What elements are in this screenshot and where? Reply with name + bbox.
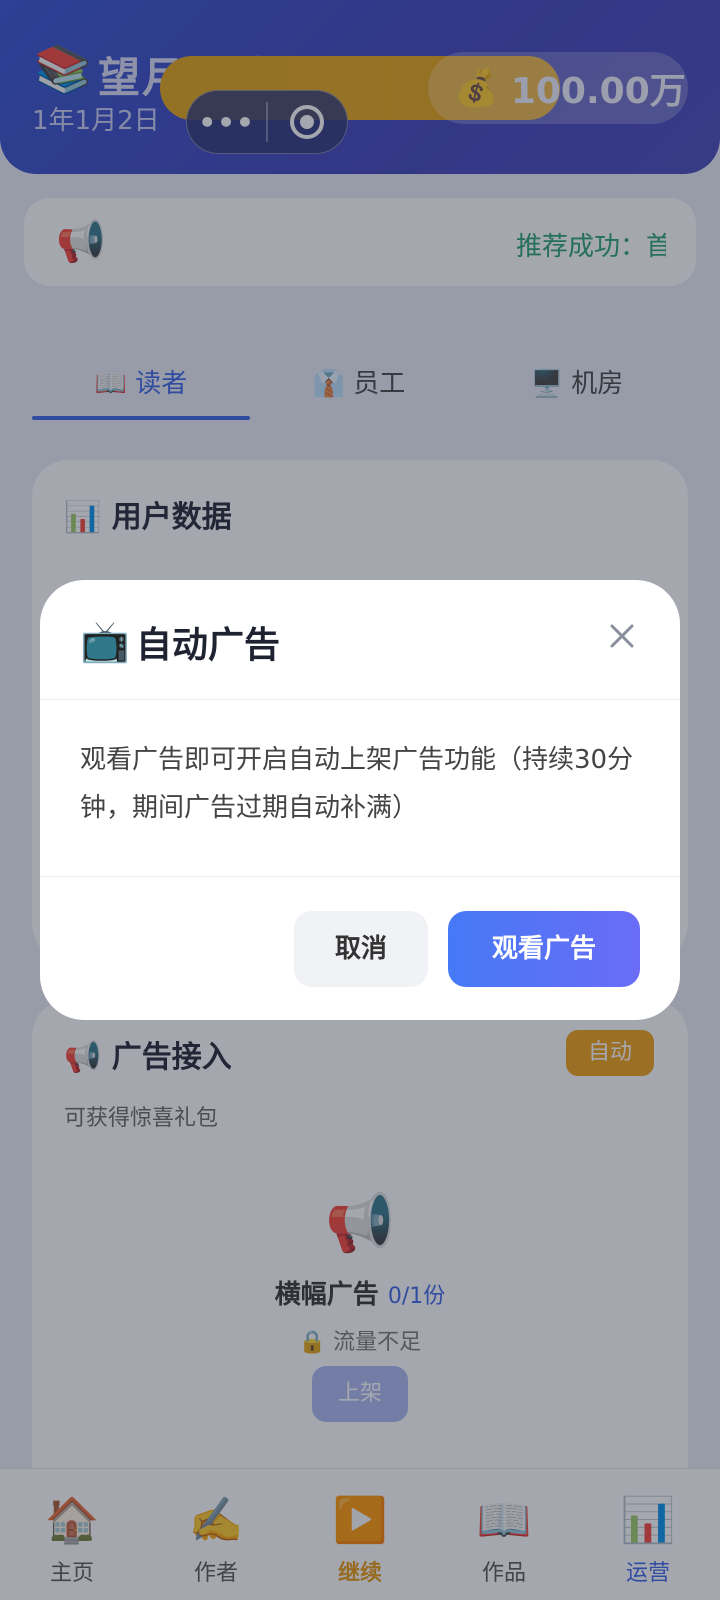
cancel-button[interactable]: 取消 [294, 911, 428, 987]
dialog-header: 📺 自动广告 [40, 580, 680, 700]
tv-icon: 📺 [80, 619, 130, 665]
auto-ad-dialog: 📺 自动广告 观看广告即可开启自动上架广告功能（持续30分钟，期间广告过期自动补… [40, 580, 680, 1020]
dialog-footer: 取消 观看广告 [40, 876, 680, 1020]
dialog-message: 观看广告即可开启自动上架广告功能（持续30分钟，期间广告过期自动补满） [80, 745, 634, 823]
watch-ad-button[interactable]: 观看广告 [448, 911, 640, 987]
dialog-title: 自动广告 [136, 625, 281, 666]
close-icon[interactable] [600, 614, 644, 658]
